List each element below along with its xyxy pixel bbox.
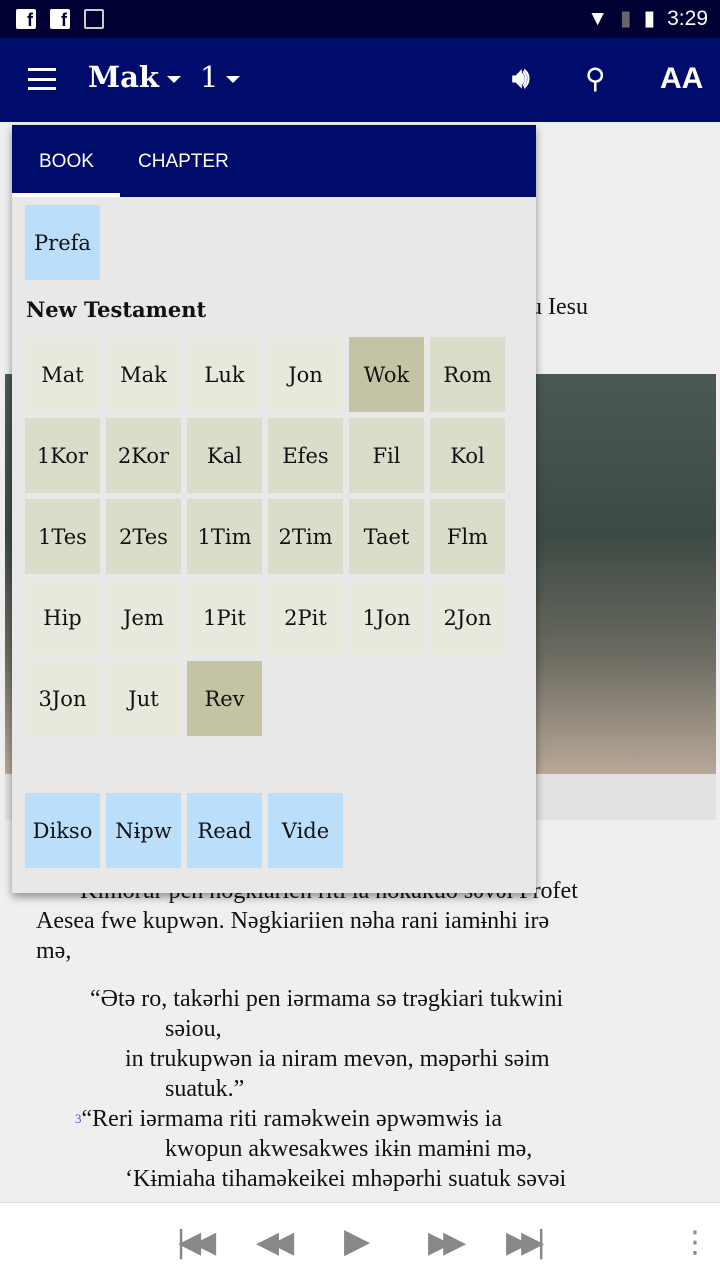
book-button-2tim[interactable]: 2Tim bbox=[268, 499, 343, 574]
audio-player-bar: |◀◀ ◀◀ ▶ ▶▶ ▶▶| ⋮ bbox=[0, 1202, 720, 1280]
book-button-mat[interactable]: Mat bbox=[25, 337, 100, 412]
more-icon[interactable]: ⋮ bbox=[680, 1225, 710, 1260]
extra-button[interactable]: Dikso bbox=[25, 793, 100, 868]
menu-icon[interactable] bbox=[28, 68, 56, 90]
book-button-2pit[interactable]: 2Pit bbox=[268, 580, 343, 655]
book-label: Mak bbox=[88, 60, 159, 94]
extra-button[interactable]: Nɨpw bbox=[106, 793, 181, 868]
book-button-1pit[interactable]: 1Pit bbox=[187, 580, 262, 655]
book-button-wok[interactable]: Wok bbox=[349, 337, 424, 412]
rewind-icon[interactable]: ◀◀ bbox=[256, 1225, 294, 1260]
book-button-mak[interactable]: Mak bbox=[106, 337, 181, 412]
extra-button[interactable]: Read bbox=[187, 793, 262, 868]
book-button-jut[interactable]: Jut bbox=[106, 661, 181, 736]
para-line: Aesea fwe kupwən. Nəgkiariien nəha rani … bbox=[36, 908, 550, 934]
poetry-line: kwopun akwesakwes ikɨn mamɨni mə, bbox=[165, 1136, 533, 1162]
book-button-hip[interactable]: Hip bbox=[25, 580, 100, 655]
clock: 3:29 bbox=[667, 6, 708, 30]
verse-text: “Reri iərmama riti raməkwein əpwəmwɨs ia bbox=[81, 1106, 503, 1132]
book-button-1jon[interactable]: 1Jon bbox=[349, 580, 424, 655]
book-button-rev[interactable]: Rev bbox=[187, 661, 262, 736]
book-button-flm[interactable]: Flm bbox=[430, 499, 505, 574]
book-button-1tes[interactable]: 1Tes bbox=[25, 499, 100, 574]
book-chooser-popup: BOOK CHAPTER Prefa New Testament Mat Mak L… bbox=[12, 125, 536, 893]
book-button-luk[interactable]: Luk bbox=[187, 337, 262, 412]
text-line: u Iesu bbox=[530, 294, 588, 320]
wifi-icon: ▼ bbox=[587, 6, 608, 30]
tab-book[interactable]: BOOK bbox=[39, 151, 94, 173]
search-icon[interactable]: ⚲ bbox=[585, 62, 606, 95]
chapter-selector[interactable]: 1 bbox=[200, 60, 241, 94]
book-button-2jon[interactable]: 2Jon bbox=[430, 580, 505, 655]
image-icon bbox=[84, 9, 104, 29]
text-size-icon[interactable]: AA bbox=[660, 62, 703, 96]
play-icon[interactable]: ▶ bbox=[344, 1221, 370, 1261]
poetry-line: “Ətə ro, takərhi pen iərmama sə trəgkiar… bbox=[90, 986, 564, 1012]
poetry-line: suatuk.” bbox=[165, 1076, 245, 1102]
facebook-icon: f bbox=[16, 9, 36, 30]
facebook-icon: f bbox=[50, 9, 70, 30]
book-button-prefa[interactable]: Prefa bbox=[25, 205, 100, 280]
book-button-fil[interactable]: Fil bbox=[349, 418, 424, 493]
chapter-label: 1 bbox=[200, 60, 219, 94]
book-button-kal[interactable]: Kal bbox=[187, 418, 262, 493]
book-button-3jon[interactable]: 3Jon bbox=[25, 661, 100, 736]
book-button-kol[interactable]: Kol bbox=[430, 418, 505, 493]
book-button-jon[interactable]: Jon bbox=[268, 337, 343, 412]
book-button-1kor[interactable]: 1Kor bbox=[25, 418, 100, 493]
poetry-line: səiou, bbox=[165, 1016, 222, 1042]
book-button-taet[interactable]: Taet bbox=[349, 499, 424, 574]
tab-bar: BOOK CHAPTER bbox=[12, 125, 536, 197]
speaker-icon[interactable]: 🔊︎ bbox=[512, 62, 530, 95]
skip-previous-icon[interactable]: |◀◀ bbox=[176, 1225, 216, 1260]
para-line: mə, bbox=[36, 938, 72, 964]
book-button-2tes[interactable]: 2Tes bbox=[106, 499, 181, 574]
chevron-down-icon bbox=[167, 75, 181, 83]
status-bar: f f ▼ ▮ ▮ 3:29 bbox=[0, 0, 720, 38]
book-button-efes[interactable]: Efes bbox=[268, 418, 343, 493]
extra-button[interactable]: Vide bbox=[268, 793, 343, 868]
app-bar: Mak 1 🔊︎ ⚲ AA bbox=[0, 38, 720, 122]
tab-chapter[interactable]: CHAPTER bbox=[138, 151, 229, 173]
skip-next-icon[interactable]: ▶▶| bbox=[506, 1225, 546, 1260]
book-selector[interactable]: Mak bbox=[88, 60, 181, 94]
section-title: New Testament bbox=[26, 297, 207, 322]
poetry-line: in trukupwən ia niram mevən, məpərhi səi… bbox=[125, 1046, 550, 1072]
book-button-rom[interactable]: Rom bbox=[430, 337, 505, 412]
chevron-down-icon bbox=[226, 75, 241, 83]
fast-forward-icon[interactable]: ▶▶ bbox=[428, 1225, 466, 1260]
book-button-jem[interactable]: Jem bbox=[106, 580, 181, 655]
battery-icon: ▮ bbox=[643, 7, 656, 30]
tab-indicator bbox=[12, 193, 120, 197]
poetry-line: 3“Reri iərmama riti raməkwein əpwəmwɨs i… bbox=[75, 1104, 502, 1134]
book-button-2kor[interactable]: 2Kor bbox=[106, 418, 181, 493]
poetry-line: ‘Kɨmiaha tihaməkeikei mhəpərhi suatuk sə… bbox=[125, 1166, 567, 1192]
no-sim-icon: ▮ bbox=[620, 7, 632, 30]
book-button-1tim[interactable]: 1Tim bbox=[187, 499, 262, 574]
